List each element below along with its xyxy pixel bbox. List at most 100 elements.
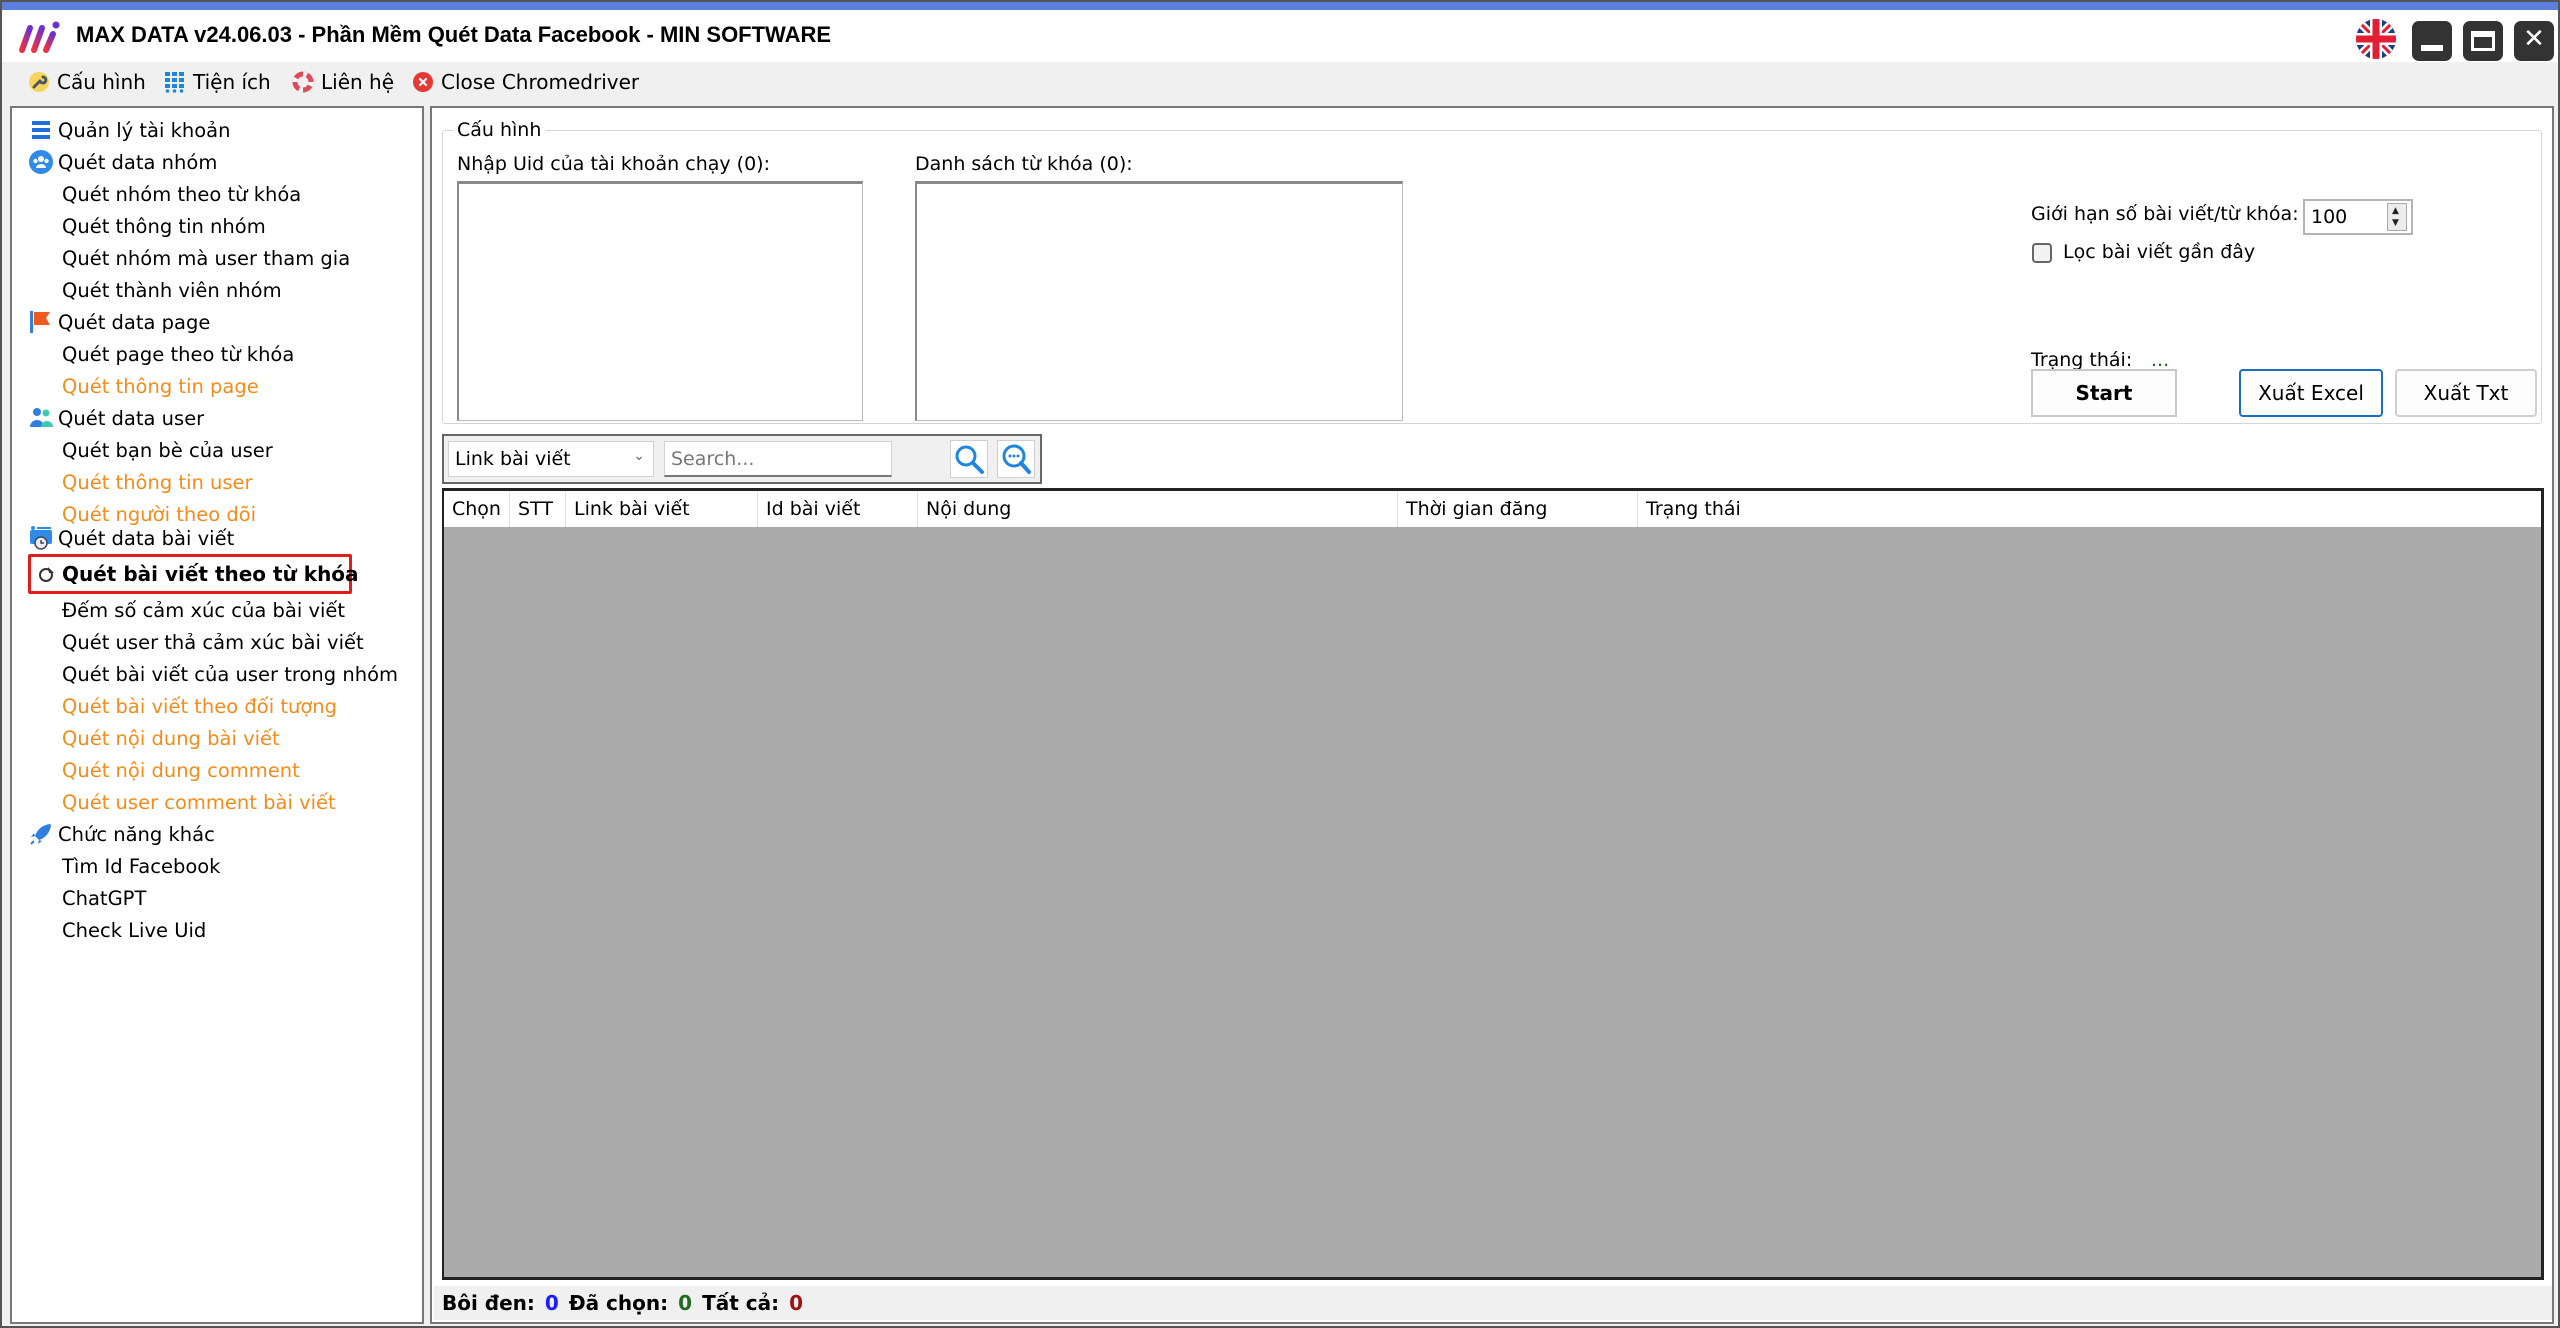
sidebar-item-quet-bai-viet-theo-tu-khoa[interactable]: Quét bài viết theo từ khóa <box>38 559 359 589</box>
limit-spinner[interactable]: 100 ▲ ▼ <box>2303 199 2413 235</box>
data-grid[interactable]: Chọn STT Link bài viết Id bài viết Nội d… <box>442 488 2544 1280</box>
sidebar-item-label: Quét bài viết của user trong nhóm <box>62 662 398 686</box>
menu-bar: Cấu hình Tiện ích Liên hệ Close Chromedr… <box>2 62 2558 100</box>
start-button[interactable]: Start <box>2031 369 2177 417</box>
menu-label: Close Chromedriver <box>441 70 640 94</box>
sidebar-item-label: Đếm số cảm xúc của bài viết <box>62 598 346 622</box>
sidebar-item-label: Quét user comment bài viết <box>62 790 336 814</box>
sidebar-item-quet-data-nhom[interactable]: Quét data nhóm <box>28 147 217 177</box>
sidebar-item-chatgpt[interactable]: ChatGPT <box>62 883 146 913</box>
sidebar-item-label: Quét nội dung comment <box>62 758 300 782</box>
maximize-button[interactable] <box>2463 21 2503 61</box>
grid-dots-icon <box>165 72 184 93</box>
sidebar-item-check-live-uid[interactable]: Check Live Uid <box>62 915 206 945</box>
close-button[interactable]: ✕ <box>2514 21 2554 61</box>
sidebar: Quản lý tài khoản Quét data nhóm Quét nh… <box>10 106 424 1324</box>
maximize-icon <box>2471 31 2495 51</box>
spinner-up-icon[interactable]: ▲ <box>2392 207 2399 216</box>
sidebar-item-label: Tìm Id Facebook <box>62 854 221 878</box>
sidebar-item-label: ChatGPT <box>62 886 147 910</box>
chevron-down-icon[interactable]: ⌄ <box>633 448 645 464</box>
list-icon <box>32 121 50 139</box>
menu-label: Liên hệ <box>321 70 395 94</box>
uk-flag-icon[interactable] <box>2356 19 2396 59</box>
search-input[interactable] <box>664 441 892 477</box>
limit-value[interactable]: 100 <box>2311 206 2347 228</box>
sidebar-item-label: Chức năng khác <box>58 822 215 846</box>
sidebar-item-chuc-nang-khac[interactable]: Chức năng khác <box>28 819 215 849</box>
menu-cau-hinh[interactable]: Cấu hình <box>28 68 146 96</box>
status-footer: Bôi đen: 0 Đã chọn: 0 Tất cả: 0 <box>434 1286 2552 1320</box>
sidebar-item-quet-user-tha-cam-xuc[interactable]: Quét user thả cảm xúc bài viết <box>62 627 364 657</box>
sidebar-item-label: Quét bài viết theo từ khóa <box>62 562 359 586</box>
menu-close-chromedriver[interactable]: Close Chromedriver <box>412 68 639 96</box>
sidebar-item-quet-thong-tin-user[interactable]: Quét thông tin user <box>62 467 253 497</box>
post-clock-icon <box>30 526 52 550</box>
status-label: Trạng thái: <box>2031 349 2133 371</box>
sidebar-item-label: Quét thông tin page <box>62 374 259 398</box>
keywords-label: Danh sách từ khóa (0): <box>915 153 1133 175</box>
column-label: Nội dung <box>926 498 1012 520</box>
column-header-id[interactable]: Id bài viết <box>758 491 918 527</box>
keywords-textarea[interactable] <box>915 181 1403 421</box>
sidebar-item-quet-bai-viet-theo-doi-tuong[interactable]: Quét bài viết theo đối tượng <box>62 691 337 721</box>
sidebar-item-quet-data-bai-viet[interactable]: Quét data bài viết <box>28 523 234 553</box>
sidebar-item-quet-user-comment-bai-viet[interactable]: Quét user comment bài viết <box>62 787 336 817</box>
export-txt-button[interactable]: Xuất Txt <box>2395 369 2537 417</box>
sidebar-item-label: Quét nhóm theo từ khóa <box>62 182 302 206</box>
menu-label: Cấu hình <box>57 70 146 94</box>
sidebar-item-quet-page-theo-tu-khoa[interactable]: Quét page theo từ khóa <box>62 339 294 369</box>
uid-textarea[interactable] <box>457 181 863 421</box>
sidebar-item-dem-so-cam-xuc[interactable]: Đếm số cảm xúc của bài viết <box>62 595 345 625</box>
sidebar-item-label: Quét nhóm mà user tham gia <box>62 246 351 270</box>
sidebar-item-label: Quét bài viết theo đối tượng <box>62 694 338 718</box>
search-button[interactable] <box>950 440 988 478</box>
sidebar-item-quet-nhom-theo-tu-khoa[interactable]: Quét nhóm theo từ khóa <box>62 179 301 209</box>
sidebar-item-quet-thanh-vien-nhom[interactable]: Quét thành viên nhóm <box>62 275 282 305</box>
sidebar-item-quet-noi-dung-comment[interactable]: Quét nội dung comment <box>62 755 300 785</box>
total-label: Tất cả: <box>702 1291 780 1315</box>
sidebar-item-label: Quét data user <box>58 406 205 430</box>
column-header-link[interactable]: Link bài viết <box>566 491 758 527</box>
column-header-chon[interactable]: Chọn <box>444 491 510 527</box>
column-header-thoi-gian-dang[interactable]: Thời gian đăng <box>1398 491 1638 527</box>
column-label: Link bài viết <box>574 498 690 520</box>
minimize-button[interactable] <box>2412 21 2452 61</box>
total-count: 0 <box>789 1291 803 1315</box>
spinner-down-icon[interactable]: ▼ <box>2392 219 2399 228</box>
recent-filter-label: Lọc bài viết gần đây <box>2063 241 2256 263</box>
export-excel-button[interactable]: Xuất Excel <box>2239 369 2383 417</box>
sidebar-item-quet-ban-be-cua-user[interactable]: Quét bạn bè của user <box>62 435 273 465</box>
sidebar-item-quet-thong-tin-page[interactable]: Quét thông tin page <box>62 371 259 401</box>
sidebar-item-label: Quét thông tin nhóm <box>62 214 266 238</box>
max-data-logo-icon <box>19 21 60 53</box>
sidebar-item-quet-thong-tin-nhom[interactable]: Quét thông tin nhóm <box>62 211 266 241</box>
sidebar-item-quet-nhom-ma-user-tham-gia[interactable]: Quét nhóm mà user tham gia <box>62 243 350 273</box>
sidebar-item-quet-data-page[interactable]: Quét data page <box>28 307 210 337</box>
main-panel: Cấu hình Nhập Uid của tài khoản chạy (0)… <box>430 106 2554 1324</box>
rocket-icon <box>30 824 51 845</box>
recent-filter-checkbox[interactable] <box>2032 243 2052 263</box>
menu-tien-ich[interactable]: Tiện ích <box>164 68 271 96</box>
column-header-stt[interactable]: STT <box>510 491 566 527</box>
status-value: ... <box>2151 349 2170 371</box>
sidebar-item-label: Quét data page <box>58 310 211 334</box>
column-header-noi-dung[interactable]: Nội dung <box>918 491 1398 527</box>
sidebar-item-tim-id-facebook[interactable]: Tìm Id Facebook <box>62 851 220 881</box>
sidebar-item-label: Quét thành viên nhóm <box>62 278 282 302</box>
sidebar-item-quet-bai-viet-cua-user-trong-nhom[interactable]: Quét bài viết của user trong nhóm <box>62 659 398 689</box>
sidebar-item-quet-noi-dung-bai-viet[interactable]: Quét nội dung bài viết <box>62 723 280 753</box>
menu-lien-he[interactable]: Liên hệ <box>292 68 394 96</box>
wrench-icon <box>29 72 49 92</box>
search-field-value: Link bài viết <box>455 448 571 470</box>
window-top-strip <box>2 2 2558 10</box>
column-header-trang-thai[interactable]: Trạng thái <box>1638 491 1878 527</box>
spinner-arrows[interactable]: ▲ ▼ <box>2387 203 2407 231</box>
sidebar-item-quan-ly-tai-khoan[interactable]: Quản lý tài khoản <box>28 115 230 145</box>
sidebar-item-label: Quản lý tài khoản <box>58 118 231 142</box>
advanced-search-button[interactable] <box>997 440 1035 478</box>
search-field-select[interactable]: Link bài viết ⌄ <box>448 441 654 477</box>
start-label: Start <box>2075 381 2133 405</box>
sidebar-item-quet-data-user[interactable]: Quét data user <box>28 403 204 433</box>
selected-count: 0 <box>678 1291 693 1315</box>
